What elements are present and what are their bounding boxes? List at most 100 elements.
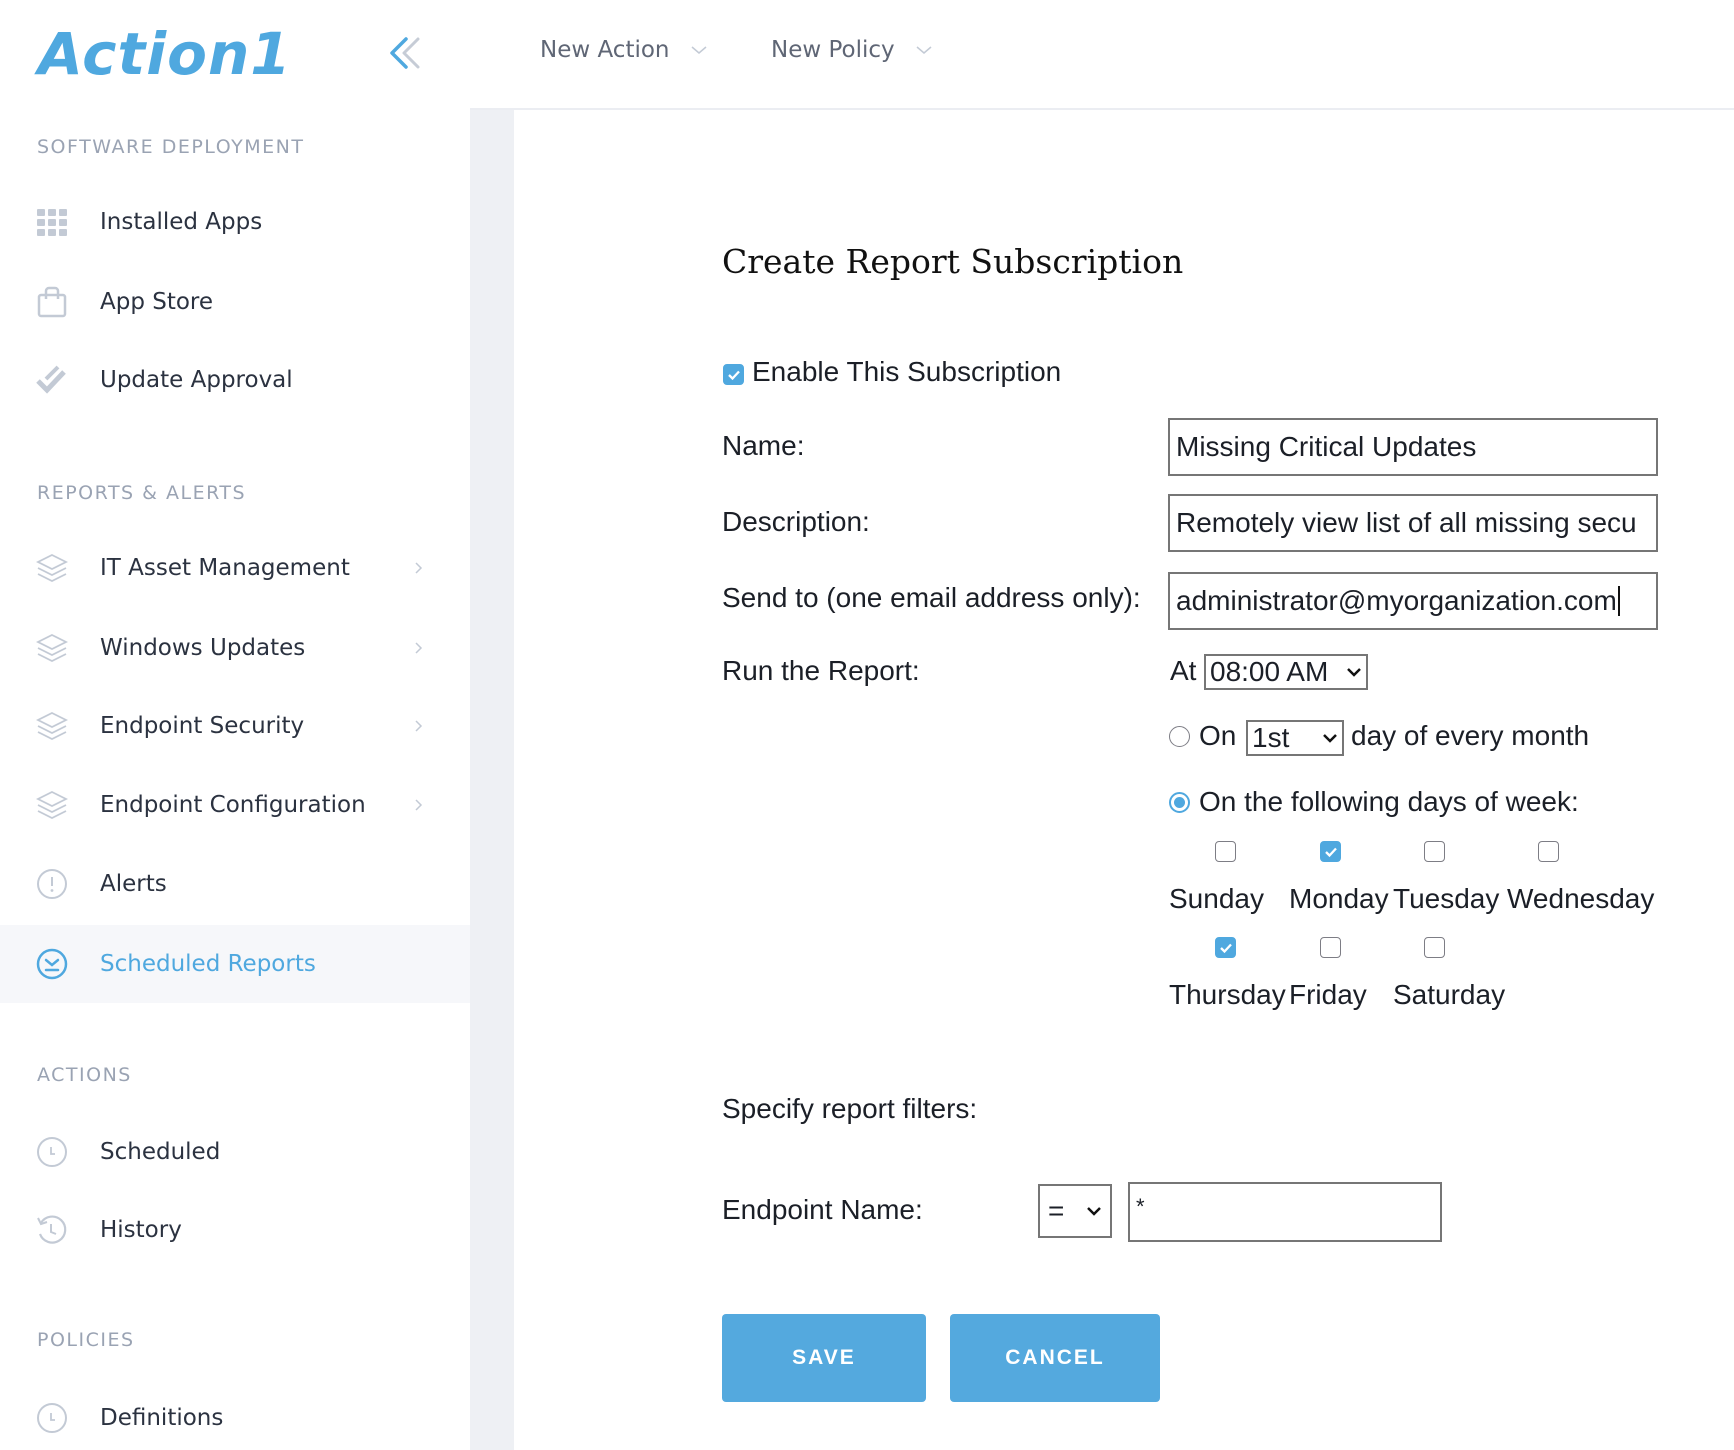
month-day-value: 1st bbox=[1252, 722, 1290, 753]
chevron-down-icon bbox=[691, 46, 707, 54]
new-action-menu[interactable]: New Action bbox=[540, 32, 708, 68]
sidebar-item-label: Alerts bbox=[100, 871, 167, 897]
chevron-right-icon bbox=[415, 642, 423, 654]
sidebar-item-label: History bbox=[100, 1217, 182, 1243]
check-icon bbox=[727, 370, 740, 380]
run-report-label: Run the Report: bbox=[722, 655, 920, 686]
sidebar-item-label: Scheduled Reports bbox=[100, 951, 316, 977]
chevron-down-icon bbox=[1347, 668, 1361, 677]
endpoint-operator-select[interactable]: = bbox=[1038, 1184, 1112, 1238]
weekly-radio[interactable] bbox=[1169, 792, 1190, 813]
sidebar-item-it-asset-management[interactable]: IT Asset Management bbox=[0, 529, 470, 607]
sidebar-item-app-store[interactable]: App Store bbox=[0, 263, 470, 341]
sidebar-item-endpoint-security[interactable]: Endpoint Security bbox=[0, 687, 470, 765]
monthly-on-label: On bbox=[1199, 720, 1237, 751]
sidebar-item-label: Installed Apps bbox=[100, 209, 263, 235]
sunday-label: Sunday bbox=[1169, 883, 1264, 914]
sidebar-item-definitions[interactable]: Definitions bbox=[0, 1379, 470, 1450]
sidebar-item-label: Scheduled bbox=[100, 1139, 221, 1165]
monday-checkbox[interactable] bbox=[1320, 841, 1341, 862]
section-title-reports-alerts: REPORTS & ALERTS bbox=[37, 482, 247, 504]
layers-icon bbox=[36, 789, 68, 821]
sidebar-item-label: App Store bbox=[100, 289, 214, 315]
thursday-checkbox[interactable] bbox=[1215, 937, 1236, 958]
sidebar: Action1 SOFTWARE DEPLOYMENT Installed Ap… bbox=[0, 0, 470, 1450]
sidebar-item-scheduled-reports[interactable]: Scheduled Reports bbox=[0, 925, 470, 1003]
double-chevron-left-icon bbox=[390, 37, 420, 69]
month-day-select[interactable]: 1st bbox=[1246, 720, 1344, 756]
section-title-policies: POLICIES bbox=[37, 1329, 135, 1351]
clock-icon bbox=[36, 1136, 68, 1168]
brand-name: Action1 bbox=[38, 20, 292, 88]
wednesday-checkbox[interactable] bbox=[1538, 841, 1559, 862]
chevron-down-icon bbox=[916, 46, 932, 54]
endpoint-operator-value: = bbox=[1048, 1195, 1065, 1226]
shopping-bag-icon bbox=[36, 286, 68, 318]
name-input[interactable]: Missing Critical Updates bbox=[1168, 418, 1658, 476]
brand-logo[interactable]: Action1 bbox=[38, 25, 292, 83]
save-button[interactable]: SAVE bbox=[722, 1314, 926, 1402]
sunday-checkbox[interactable] bbox=[1215, 841, 1236, 862]
report-filters-label: Specify report filters: bbox=[722, 1093, 978, 1124]
chevron-right-icon bbox=[415, 799, 423, 811]
friday-label: Friday bbox=[1289, 979, 1367, 1010]
alert-circle-icon bbox=[36, 868, 68, 900]
send-to-input[interactable]: administrator@myorganization.com bbox=[1168, 572, 1658, 630]
sidebar-item-history[interactable]: History bbox=[0, 1191, 470, 1269]
chevron-down-icon bbox=[1323, 734, 1337, 743]
sidebar-item-installed-apps[interactable]: Installed Apps bbox=[0, 183, 470, 261]
sidebar-item-label: Update Approval bbox=[100, 367, 293, 393]
sidebar-item-windows-updates[interactable]: Windows Updates bbox=[0, 609, 470, 687]
collapse-sidebar-button[interactable] bbox=[386, 36, 426, 70]
monthly-radio[interactable] bbox=[1169, 726, 1190, 747]
section-title-actions: ACTIONS bbox=[37, 1064, 132, 1086]
sidebar-item-endpoint-configuration[interactable]: Endpoint Configuration bbox=[0, 766, 470, 844]
layers-icon bbox=[36, 632, 68, 664]
tuesday-label: Tuesday bbox=[1393, 883, 1500, 914]
sidebar-item-label: Endpoint Security bbox=[100, 713, 305, 739]
sidebar-item-update-approval[interactable]: Update Approval bbox=[0, 341, 470, 419]
grid-icon bbox=[36, 206, 68, 238]
main-content: Create Report Subscription Enable This S… bbox=[514, 112, 1734, 1450]
saturday-checkbox[interactable] bbox=[1424, 937, 1445, 958]
sidebar-item-label: IT Asset Management bbox=[100, 555, 350, 581]
sidebar-item-alerts[interactable]: Alerts bbox=[0, 845, 470, 923]
history-icon bbox=[36, 1214, 68, 1246]
time-select[interactable]: 08:00 AM bbox=[1204, 654, 1368, 690]
wednesday-label: Wednesday bbox=[1507, 883, 1655, 914]
monthly-suffix-label: day of every month bbox=[1351, 720, 1590, 751]
weekly-label: On the following days of week: bbox=[1199, 786, 1579, 817]
description-input[interactable]: Remotely view list of all missing secu bbox=[1168, 494, 1658, 552]
sidebar-item-scheduled[interactable]: Scheduled bbox=[0, 1113, 470, 1191]
send-to-label: Send to (one email address only): bbox=[722, 582, 1141, 613]
chevron-right-icon bbox=[415, 562, 423, 574]
chevron-right-icon bbox=[415, 720, 423, 732]
sidebar-item-label: Endpoint Configuration bbox=[100, 792, 366, 818]
monday-label: Monday bbox=[1289, 883, 1389, 914]
layers-icon bbox=[36, 710, 68, 742]
check-icon bbox=[1324, 847, 1337, 857]
friday-checkbox[interactable] bbox=[1320, 937, 1341, 958]
new-policy-menu[interactable]: New Policy bbox=[771, 32, 933, 68]
endpoint-name-label: Endpoint Name: bbox=[722, 1194, 923, 1225]
top-header: New Action New Policy bbox=[470, 0, 1734, 110]
endpoint-name-input[interactable]: * bbox=[1128, 1182, 1442, 1242]
double-check-icon bbox=[36, 364, 68, 396]
send-to-value: administrator@myorganization.com bbox=[1176, 585, 1617, 616]
thursday-label: Thursday bbox=[1169, 979, 1286, 1010]
enable-subscription-checkbox[interactable] bbox=[723, 364, 744, 385]
sidebar-gutter bbox=[470, 110, 514, 1450]
page-title: Create Report Subscription bbox=[722, 242, 1184, 281]
new-action-label: New Action bbox=[540, 37, 670, 63]
chevron-down-icon bbox=[1087, 1207, 1101, 1216]
at-label: At bbox=[1170, 655, 1197, 686]
tuesday-checkbox[interactable] bbox=[1424, 841, 1445, 862]
name-value: Missing Critical Updates bbox=[1176, 431, 1477, 462]
new-policy-label: New Policy bbox=[771, 37, 895, 63]
cancel-button[interactable]: CANCEL bbox=[950, 1314, 1160, 1402]
description-value: Remotely view list of all missing secu bbox=[1176, 507, 1637, 538]
enable-subscription-label: Enable This Subscription bbox=[752, 356, 1062, 387]
check-icon bbox=[1219, 943, 1232, 953]
description-label: Description: bbox=[722, 506, 870, 537]
download-circle-icon bbox=[36, 948, 68, 980]
